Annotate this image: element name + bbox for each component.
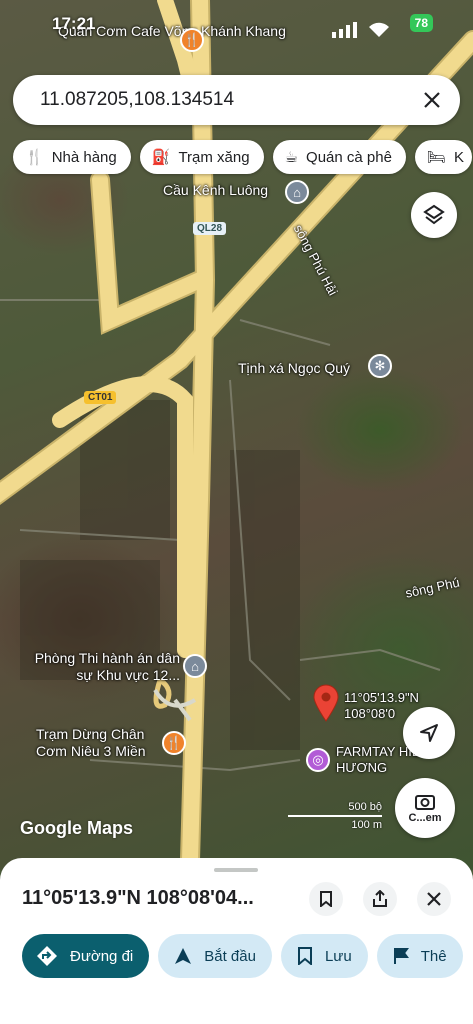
map-label-office[interactable]: Phòng Thi hành án dân sự Khu vực 12... [20,650,180,684]
navigation-arrow-icon [420,724,438,742]
camera-button-label: C...em [408,811,442,824]
start-button[interactable]: Bắt đầu [158,934,272,978]
map-label-restaurant[interactable]: Trạm Dừng Chân Cơm Niêu 3 Miền [36,726,156,760]
search-input[interactable]: 11.087205,108.134514 [40,89,418,111]
gas-station-icon: ⛽ [151,149,171,166]
chip-hotels[interactable]: 🛏 K [414,140,472,174]
drag-handle[interactable] [214,868,258,872]
battery-indicator: 78 [409,14,433,32]
coffee-icon: ☕ [284,149,299,166]
bottom-sheet[interactable]: 11°05'13.9"N 108°08'04... Đường đi Bắt đ… [0,858,473,1024]
action-label: Thê [420,947,447,965]
place-title: 11°05'13.9"N 108°08'04... [22,887,254,909]
navigation-arrow-icon [174,947,192,965]
chip-label: K [453,148,464,166]
chip-label: Trạm xăng [178,148,250,166]
bookmark-icon [297,947,313,965]
google-maps-logo: Google Maps [20,818,134,838]
government-building-icon[interactable]: ⌂ [183,654,207,678]
signal-icon [332,22,357,38]
temple-icon[interactable]: ✻ [368,354,392,378]
action-label: Đường đi [70,947,134,965]
map-label-temple[interactable]: Tịnh xá Ngọc Quý [238,360,350,377]
layers-button[interactable] [411,192,457,238]
map-view[interactable]: Quán Cơm Cafe Võng Khánh Khang 🍴 Cầu Kên… [0,0,473,870]
flag-icon [393,947,409,965]
camera-search-icon [415,794,435,810]
route-shield-ql28: QL28 [193,222,227,235]
share-button[interactable] [363,882,397,916]
route-shield-ct01: CT01 [84,391,117,404]
close-icon [424,92,440,108]
close-icon [427,892,441,906]
search-bar[interactable]: 11.087205,108.134514 [13,75,460,125]
my-location-button[interactable] [403,707,455,759]
bookmark-icon [320,891,332,907]
lens-camera-button[interactable]: C...em [395,778,455,838]
chip-label: Quán cà phê [306,148,392,166]
clear-search-button[interactable] [418,86,446,114]
bridge-icon[interactable]: ⌂ [285,180,309,204]
scale-feet: 500 bộ [348,801,382,813]
action-label: Bắt đầu [204,947,256,965]
directions-icon [36,945,58,967]
save-icon-button[interactable] [309,882,343,916]
chip-gas-stations[interactable]: ⛽ Trạm xăng [139,140,264,174]
category-chips: 🍴 Nhà hàng ⛽ Trạm xăng ☕ Quán cà phê 🛏 K [13,140,472,174]
hotel-bed-icon: 🛏 [426,149,446,166]
status-bar: 17:21 78 [0,12,473,38]
wifi-icon [369,22,389,37]
chip-restaurants[interactable]: 🍴 Nhà hàng [13,140,131,174]
restaurant-pin-icon[interactable]: 🍴 [162,731,186,755]
chip-coffee[interactable]: ☕ Quán cà phê [272,140,406,174]
layers-icon [423,204,445,225]
close-sheet-button[interactable] [417,882,451,916]
directions-button[interactable]: Đường đi [22,934,150,978]
save-button[interactable]: Lưu [280,934,368,978]
clock: 17:21 [52,14,96,33]
map-label-bridge[interactable]: Cầu Kênh Luông [163,182,268,199]
share-icon [373,890,387,907]
action-label: Lưu [324,947,352,965]
scale-meters: 100 m [351,819,382,831]
label-button[interactable]: Thê [376,934,463,978]
chip-label: Nhà hàng [51,148,117,166]
camera-poi-icon[interactable]: ◎ [306,748,330,772]
location-pin-icon[interactable] [313,684,339,722]
fork-knife-icon: 🍴 [25,149,44,166]
scale-bar [288,815,382,817]
action-buttons: Đường đi Bắt đầu Lưu Thê [22,934,463,978]
map-scale: 500 bộ 100 m [288,801,382,831]
